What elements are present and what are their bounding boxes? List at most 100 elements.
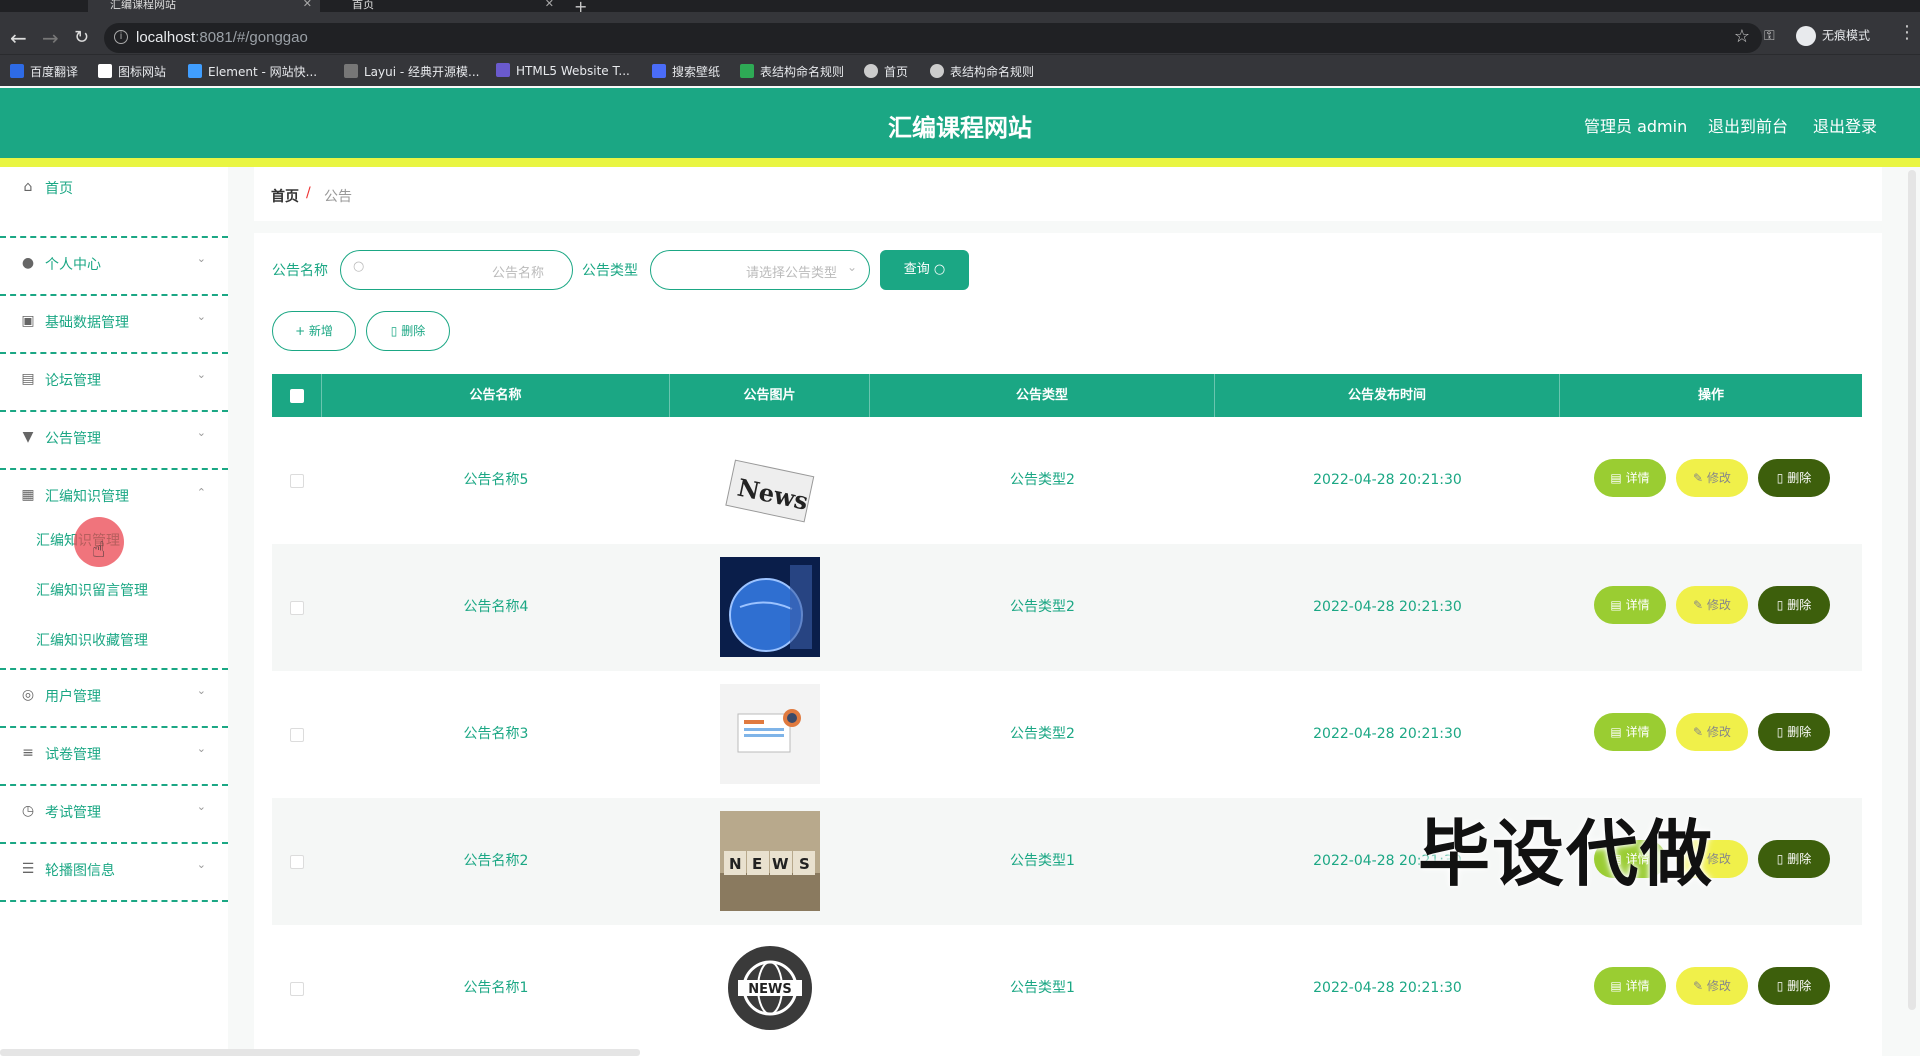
query-button[interactable]: 查询 ○: [880, 250, 969, 290]
chevron-down-icon: ⌄: [196, 426, 206, 439]
detail-button[interactable]: ▤ 详情: [1594, 459, 1666, 497]
edit-button[interactable]: ✎ 修改: [1676, 967, 1748, 1005]
delete-button[interactable]: ▯ 删除: [1758, 840, 1830, 878]
notice-type-select[interactable]: 请选择公告类型 ⌄: [650, 250, 870, 290]
delete-button[interactable]: ▯ 删除: [1758, 459, 1830, 497]
delete-button[interactable]: ▯ 删除: [1758, 586, 1830, 624]
url-path: :8081/#/gonggao: [195, 29, 308, 46]
vertical-scrollbar[interactable]: [1908, 170, 1916, 1010]
submenu-knowledge-comments[interactable]: 汇编知识留言管理: [36, 580, 148, 600]
header-actions: 操作: [1697, 388, 1724, 403]
chevron-down-icon: ⌄: [196, 252, 206, 265]
flag-icon: [98, 64, 112, 78]
svg-text:E: E: [752, 855, 762, 873]
notice-name: 公告名称3: [463, 726, 529, 742]
detail-button[interactable]: ▤ 详情: [1594, 713, 1666, 751]
incognito-profile[interactable]: 无痕模式: [1796, 26, 1870, 46]
translate-icon: [10, 64, 24, 78]
bookmark-item[interactable]: 百度翻译: [10, 63, 78, 80]
notice-type: 公告类型1: [1010, 980, 1075, 996]
tab-label: 汇编课程网站: [110, 0, 176, 11]
notice-type: 公告类型2: [1010, 472, 1075, 488]
sliders-icon: ☰: [21, 861, 35, 877]
sidebar-item-exams[interactable]: ◷ 考试管理 ⌄: [0, 786, 228, 844]
sidebar-item-forum[interactable]: ▤ 论坛管理 ⌄: [0, 354, 228, 412]
bookmark-item[interactable]: HTML5 Website T...: [496, 63, 630, 78]
browser-tab-active[interactable]: 汇编课程网站 ✕: [88, 0, 320, 12]
sidebar-item-profile[interactable]: ● 个人中心 ⌄: [0, 238, 228, 296]
notice-name: 公告名称1: [463, 980, 529, 996]
chevron-down-icon: ⌄: [846, 260, 857, 274]
sidebar-item-carousel[interactable]: ☰ 轮播图信息 ⌄: [0, 844, 228, 902]
close-icon[interactable]: ✕: [545, 0, 554, 9]
menu-icon[interactable]: ⋮: [1898, 22, 1916, 43]
bookmark-item[interactable]: 表结构命名规则: [930, 63, 1034, 80]
bookmark-item[interactable]: 图标网站: [98, 63, 166, 80]
notice-type-label: 公告类型: [582, 263, 638, 279]
trash-icon: ▯: [390, 324, 398, 338]
row-checkbox[interactable]: [290, 855, 304, 869]
sidebar-item-users[interactable]: ◎ 用户管理 ⌄: [0, 670, 228, 728]
incognito-icon: [1796, 26, 1816, 46]
header-name: 公告名称: [322, 374, 670, 417]
edit-button[interactable]: ✎ 修改: [1676, 586, 1748, 624]
url-input[interactable]: i localhost:8081/#/gonggao ☆: [104, 23, 1762, 53]
key-icon[interactable]: ⚿: [1764, 28, 1775, 44]
row-checkbox[interactable]: [290, 601, 304, 615]
notice-type: 公告类型2: [1010, 599, 1075, 615]
clock-icon: ◷: [21, 803, 35, 819]
header-image: 公告图片: [670, 374, 870, 417]
header-checkbox-cell: [272, 374, 322, 417]
globe-news-icon: [720, 557, 820, 657]
row-checkbox[interactable]: [290, 982, 304, 996]
search-icon: ○: [933, 262, 946, 277]
logout-link[interactable]: 退出登录: [1813, 113, 1877, 137]
bookmark-item[interactable]: 搜索壁纸: [652, 63, 720, 80]
edit-button[interactable]: ✎ 修改: [1676, 713, 1748, 751]
content-panel: 公告名称 ○ 公告名称 公告类型 请选择公告类型 ⌄ 查询 ○ + 新增 ▯ 删…: [254, 233, 1882, 1056]
select-all-checkbox[interactable]: [290, 389, 304, 403]
sidebar-item-papers[interactable]: ≡ 试卷管理 ⌄: [0, 728, 228, 786]
row-checkbox[interactable]: [290, 728, 304, 742]
bookmark-item[interactable]: Element - 网站快...: [188, 63, 317, 80]
close-icon[interactable]: ✕: [303, 0, 312, 9]
delete-button[interactable]: ▯ 删除: [1758, 967, 1830, 1005]
sidebar-item-knowledge[interactable]: ▦ 汇编知识管理 ⌃ 汇编知识管理 汇编知识留言管理 汇编知识收藏管理: [0, 470, 228, 670]
row-checkbox[interactable]: [290, 474, 304, 488]
element-icon: [188, 64, 202, 78]
delete-button[interactable]: ▯ 删除: [1758, 713, 1830, 751]
horizontal-scrollbar[interactable]: [0, 1049, 640, 1056]
bookmark-item[interactable]: 表结构命名规则: [740, 63, 844, 80]
sidebar-item-basedata[interactable]: ▣ 基础数据管理 ⌄: [0, 296, 228, 354]
notice-time: 2022-04-28 20:21:30: [1313, 472, 1462, 488]
sidebar-item-label: 用户管理: [45, 689, 101, 705]
app-header: 汇编课程网站 管理员 admin 退出到前台 退出登录: [0, 88, 1920, 167]
notice-name-input[interactable]: ○ 公告名称: [340, 250, 573, 290]
chevron-down-icon: ⌄: [196, 310, 206, 323]
chevron-down-icon: ⌄: [196, 742, 206, 755]
megaphone-icon: ▼: [22, 429, 34, 445]
svg-text:S: S: [799, 855, 810, 873]
bookmark-item[interactable]: 首页: [864, 63, 908, 80]
bookmark-item[interactable]: Layui - 经典开源模...: [344, 63, 479, 80]
detail-button[interactable]: ▤ 详情: [1594, 967, 1666, 1005]
breadcrumb-home[interactable]: 首页: [271, 186, 299, 206]
submenu-knowledge-favorites[interactable]: 汇编知识收藏管理: [36, 630, 148, 650]
edit-button[interactable]: ✎ 修改: [1676, 459, 1748, 497]
sidebar: ⌂ 首页 ● 个人中心 ⌄ ▣ 基础数据管理 ⌄ ▤ 论坛管理 ⌄ ▼ 公告管理…: [0, 167, 228, 1056]
batch-delete-button[interactable]: ▯ 删除: [366, 311, 450, 351]
detail-button[interactable]: ▤ 详情: [1594, 586, 1666, 624]
star-icon[interactable]: ☆: [1734, 26, 1750, 47]
notice-time: 2022-04-28 20:21:30: [1313, 980, 1462, 996]
news-globe-badge-icon: NEWS: [720, 938, 820, 1038]
browser-tab-bar: 汇编课程网站 ✕ 首页 ✕ +: [0, 0, 1920, 16]
clipboard-icon: ▤: [21, 371, 35, 387]
info-icon[interactable]: i: [114, 30, 128, 44]
sidebar-item-notice[interactable]: ▼ 公告管理 ⌄: [0, 412, 228, 470]
browser-tab[interactable]: 首页 ✕: [330, 0, 562, 12]
sidebar-item-label: 基础数据管理: [45, 315, 129, 331]
notice-name: 公告名称5: [463, 472, 529, 488]
add-button[interactable]: + 新增: [272, 311, 356, 351]
exit-to-front-link[interactable]: 退出到前台: [1708, 113, 1788, 137]
notice-type: 公告类型2: [1010, 726, 1075, 742]
